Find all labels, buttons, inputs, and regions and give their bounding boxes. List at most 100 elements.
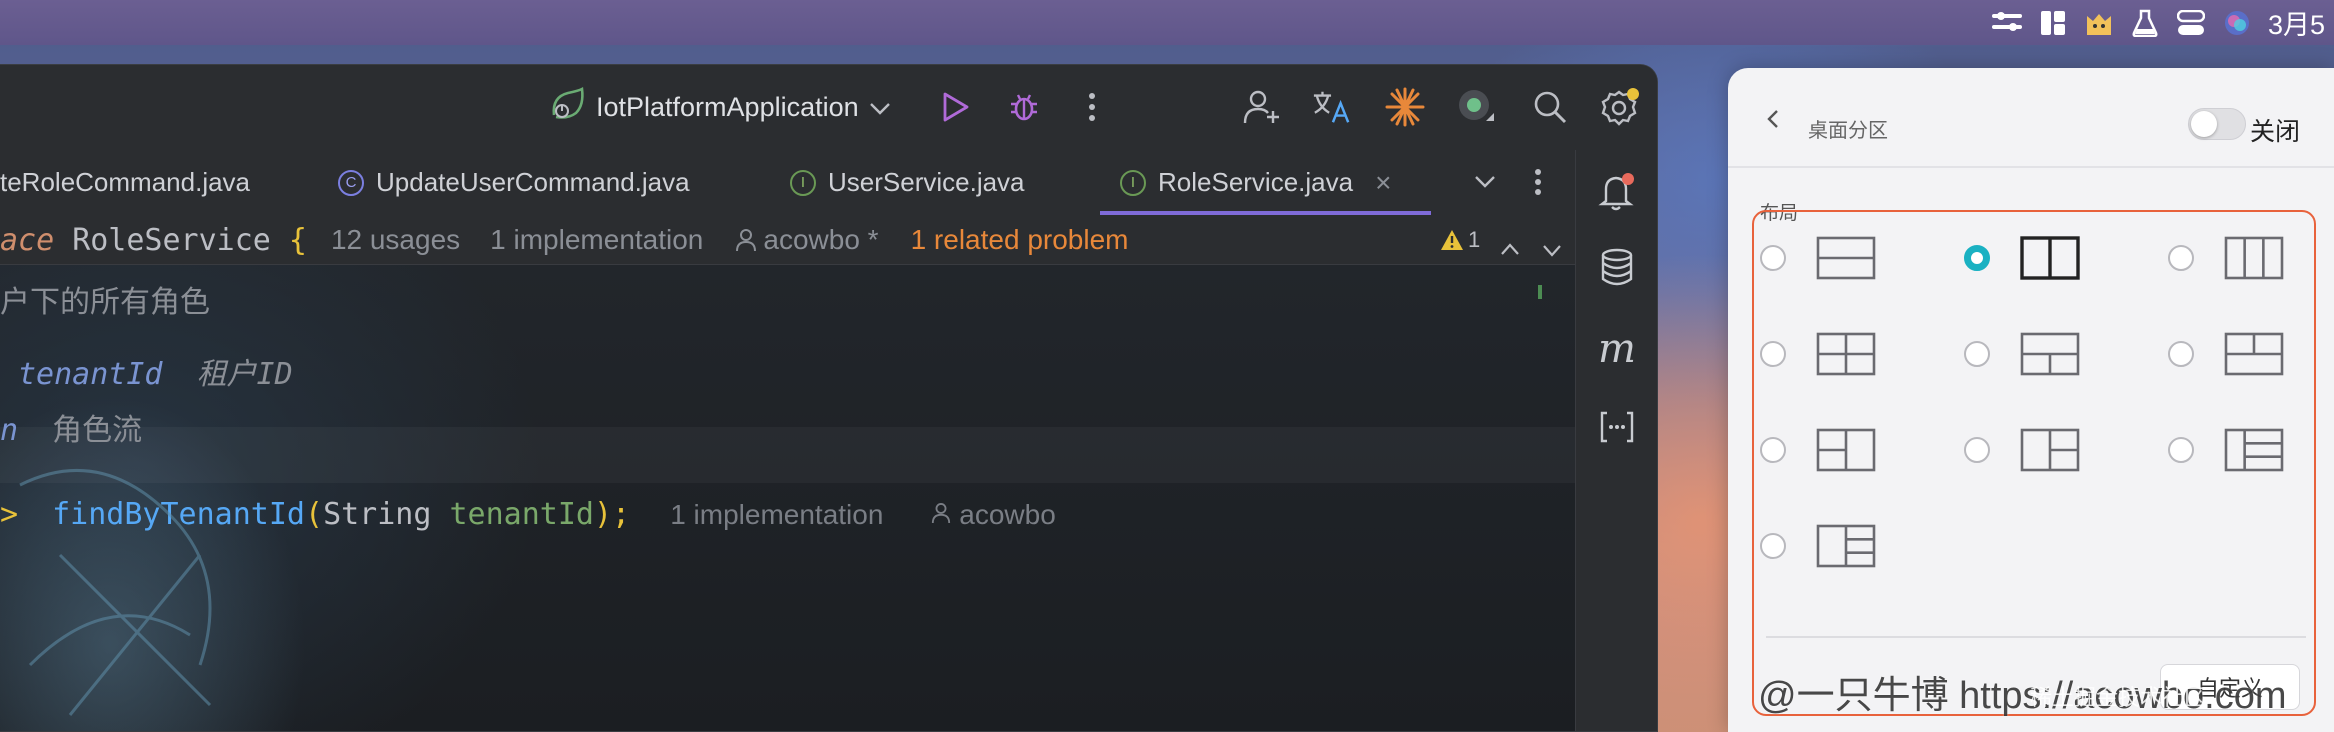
layout-left-split-thumbnail [1816,428,1876,472]
menu-bar: 3月5 [0,0,2334,45]
layout-radio[interactable] [2168,245,2194,271]
tab-label: RoleService.java [1158,167,1354,197]
warning-count: 1 [1468,227,1481,252]
layout-top-bottom-split-thumbnail [2020,332,2080,376]
layout-right-split-option[interactable] [1964,428,2080,472]
open-brace: { [288,222,307,258]
code-line-comment: 户下的所有角色 [0,277,210,321]
structure-icon[interactable] [1596,406,1638,448]
layout-cols-3-option[interactable] [2168,236,2284,280]
layout-radio[interactable] [2168,341,2194,367]
layout-right-rows-3-option[interactable] [2168,428,2284,472]
warnings-counter[interactable]: 1 [1440,227,1480,253]
watermark-overlay-text: 稀土掘金技术社区 [2030,685,2207,710]
method-implementations-hint[interactable]: 1 implementation [670,499,883,530]
gutter-mark [1538,285,1542,299]
class-icon: C [338,169,364,196]
layout-radio[interactable] [1964,245,1990,271]
doc-param-desc: 租户ID [196,357,293,392]
tab-role-service[interactable]: I RoleService.java × [1099,150,1432,215]
ai-assistant-icon[interactable] [1385,87,1425,127]
tiling-toggle[interactable] [2188,108,2246,140]
run-icon[interactable] [936,87,976,127]
layout-cols-3-thumbnail [2224,236,2284,280]
layout-rows-2-option[interactable] [1760,236,1876,280]
tab-update-user-command[interactable]: C UpdateUserCommand.java [338,150,690,215]
spring-boot-icon [550,86,586,128]
run-configuration-name: IotPlatformApplication [596,91,859,122]
status-indicator-icon[interactable] [1456,87,1496,127]
layout-top-split-option[interactable] [2168,332,2284,376]
watermark-text: @一只牛博 https://acowbo.com [1758,675,2287,717]
author-hint[interactable]: acowbo * [735,224,879,256]
tab-label: UpdateUserCommand.java [376,167,690,197]
code-editor[interactable]: 户下的所有角色 tenantId 租户ID n 角色流 > findByTena… [0,265,1575,731]
search-icon[interactable] [1530,87,1570,127]
layout-grid-4-option[interactable] [1760,332,1876,376]
tabs-more-icon[interactable] [1518,162,1558,202]
paren-open: ( [305,497,324,532]
tab-user-service[interactable]: I UserService.java [790,150,1025,215]
database-icon[interactable] [1596,246,1638,288]
layout-right-rows-3-alt-option[interactable] [1760,524,1876,568]
layout-rows-2-thumbnail [1816,236,1876,280]
add-user-icon[interactable] [1242,87,1282,127]
layout-radio[interactable] [1760,437,1786,463]
param-type: String [323,497,432,532]
layout-left-split-option[interactable] [1760,428,1876,472]
panel-divider [1766,636,2306,638]
paren-close: ); [594,497,631,532]
layout-radio[interactable] [1760,533,1786,559]
toggle-icon[interactable] [2176,8,2206,38]
layout-options-grid: 自定义 [1752,210,2316,716]
interface-icon: I [790,169,816,196]
doc-comment-text: 户下的所有角色 [0,286,210,319]
cat-app-icon[interactable] [2084,8,2114,38]
back-chevron-icon[interactable] [1766,108,1780,136]
chevron-down-icon [869,92,891,123]
run-configuration-selector[interactable]: IotPlatformApplication [550,86,891,128]
method-author-hint[interactable]: acowbo [931,499,1056,530]
tab-create-role-command[interactable]: teRoleCommand.java [0,150,250,215]
user-icon [736,229,757,252]
author-name: acowbo * [763,224,879,255]
previous-highlight-icon[interactable] [1500,231,1520,263]
layout-right-rows-3-thumbnail [2224,428,2284,472]
debug-icon[interactable] [1004,87,1044,127]
more-vertical-icon[interactable] [1072,87,1112,127]
tab-label: teRoleCommand.java [0,167,251,197]
layout-top-bottom-split-option[interactable] [1964,332,2080,376]
panel-header: 桌面分区 关闭 [1728,68,2334,168]
layout-radio[interactable] [2168,437,2194,463]
layout-radio[interactable] [1964,437,1990,463]
method-author-name: acowbo [959,499,1056,530]
translate-icon[interactable] [1312,87,1352,127]
layout-radio[interactable] [1760,341,1786,367]
implementations-hint[interactable]: 1 implementation [490,224,703,256]
layout-cols-2-thumbnail [2020,236,2080,280]
interface-icon: I [1120,169,1146,196]
layout-right-rows-3-alt-thumbnail [1816,524,1876,568]
tab-close-icon[interactable]: × [1375,167,1391,199]
doc-param-name: tenantId [18,357,163,392]
layout-radio[interactable] [1760,245,1786,271]
settings-gear-icon[interactable] [1600,87,1640,127]
layout-top-split-thumbnail [2224,332,2284,376]
window-layout-icon[interactable] [2038,8,2068,38]
next-highlight-icon[interactable] [1542,233,1562,265]
maven-icon[interactable]: m [1596,326,1638,372]
related-problem-hint[interactable]: 1 related problem [911,224,1129,256]
menu-bar-tray: 3月5 [1992,0,2334,45]
layout-cols-2-option[interactable] [1964,236,2080,280]
notifications-icon[interactable] [1596,170,1638,212]
flask-icon[interactable] [2130,8,2160,38]
user-icon [932,503,951,524]
menu-bar-date[interactable]: 3月5 [2268,3,2330,42]
siri-icon[interactable] [2222,8,2252,38]
usages-hint[interactable]: 12 usages [331,224,460,256]
layout-grid-4-thumbnail [1816,332,1876,376]
ide-toolbar: IotPlatformApplication [0,65,1657,150]
control-center-icon[interactable] [1992,8,2022,38]
tabs-dropdown-chevron-icon[interactable] [1465,162,1505,202]
layout-radio[interactable] [1964,341,1990,367]
